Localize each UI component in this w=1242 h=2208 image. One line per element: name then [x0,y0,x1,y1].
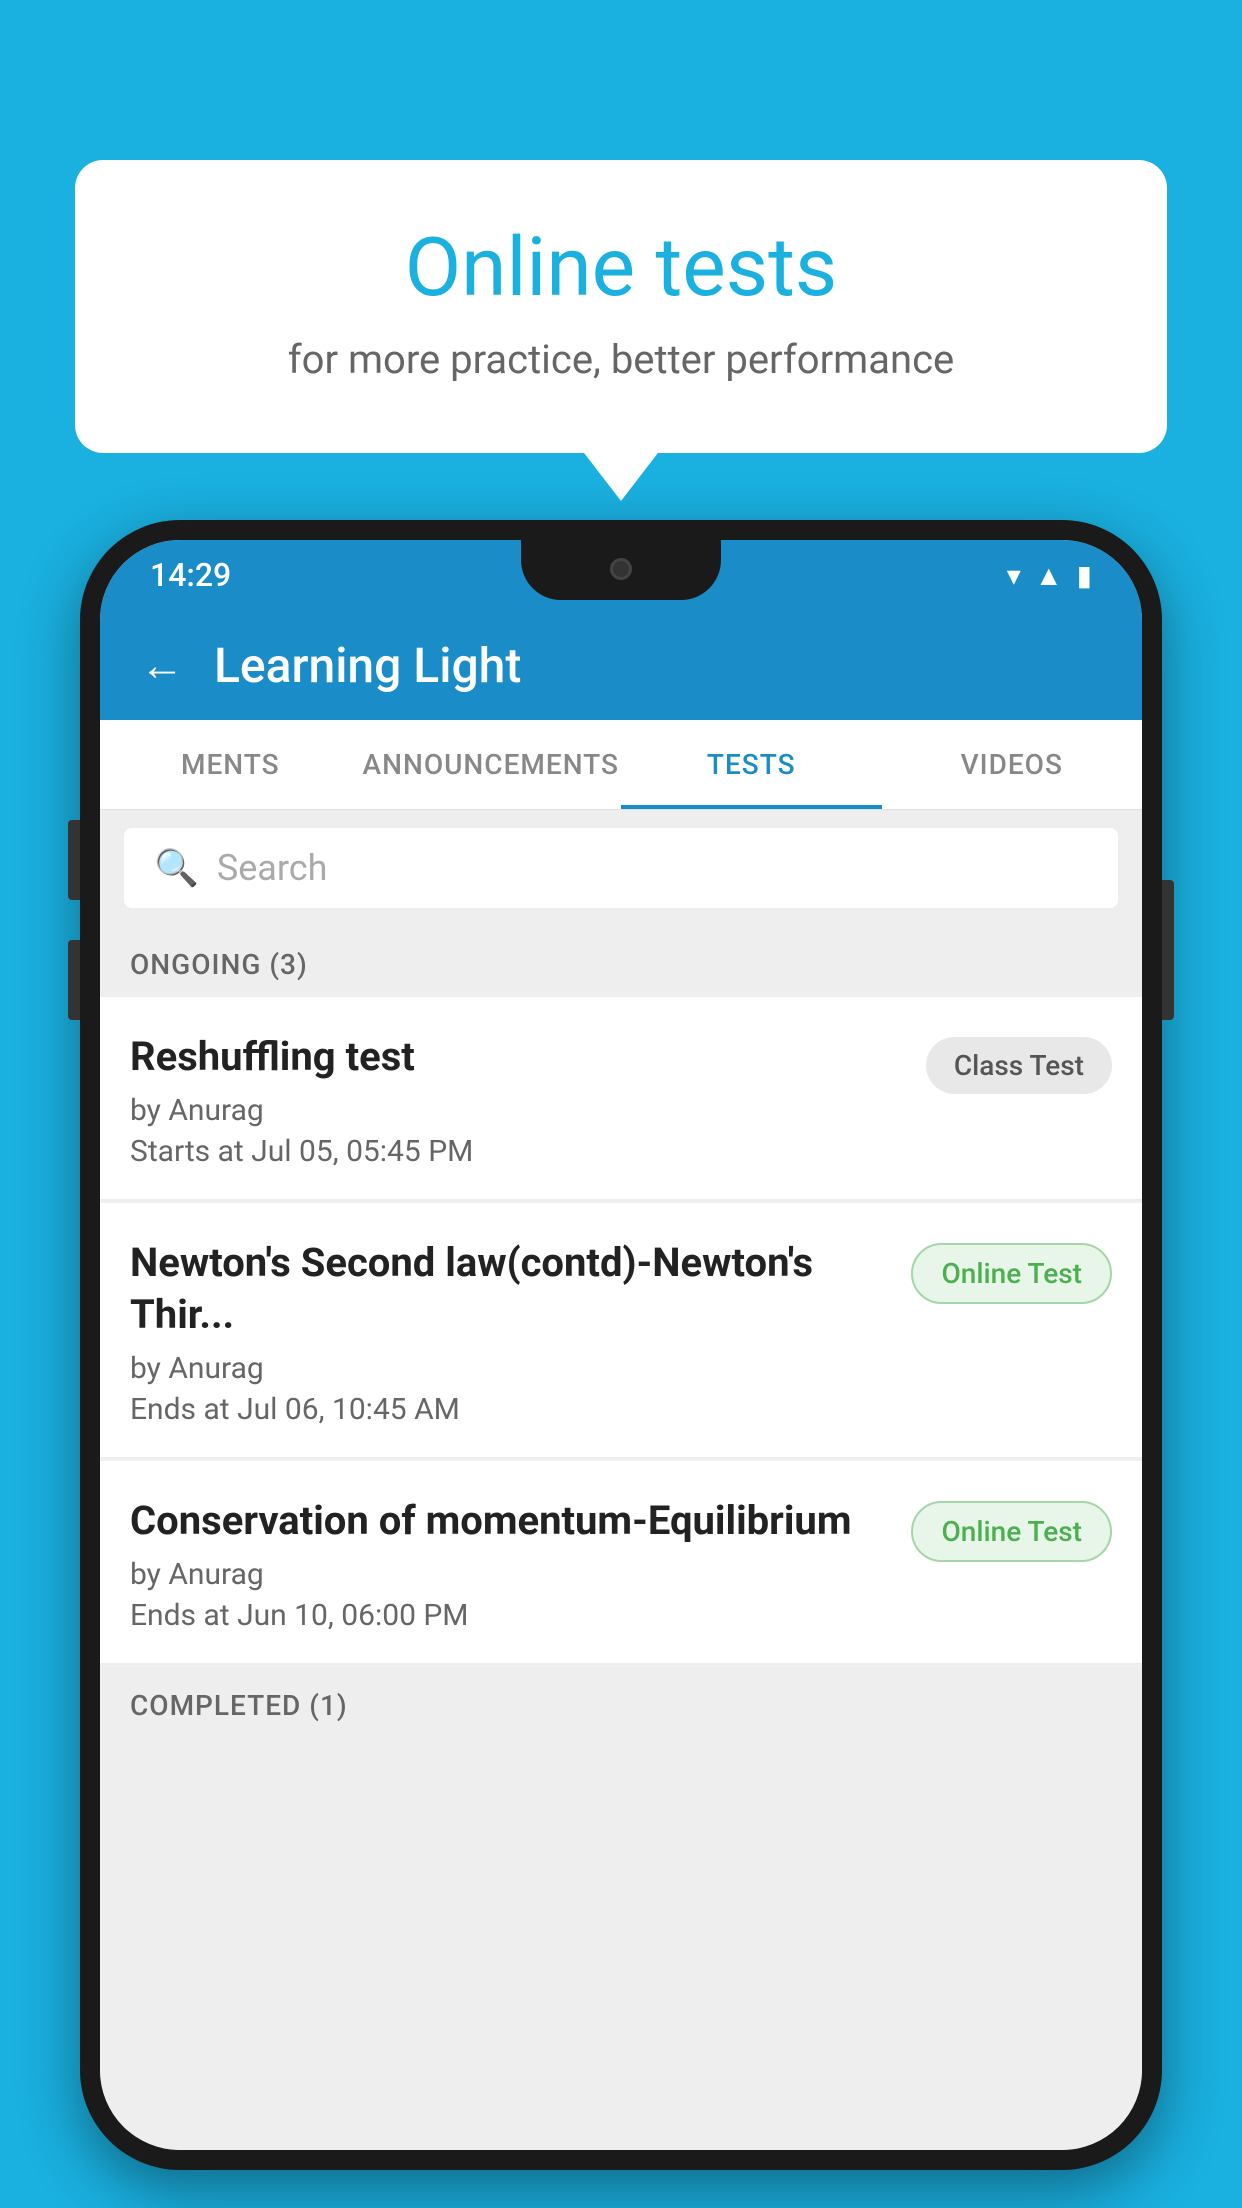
test-card-conservation[interactable]: Conservation of momentum-Equilibrium by … [100,1461,1142,1663]
tab-ments[interactable]: MENTS [100,720,361,809]
test-card-newton[interactable]: Newton's Second law(contd)-Newton's Thir… [100,1203,1142,1457]
status-icons: ▾ ▲ ▮ [1007,559,1092,592]
promo-subtitle: for more practice, better performance [155,336,1087,383]
test-name-reshuffling: Reshuffling test [130,1031,906,1083]
volume-down-button [68,940,80,1020]
content-area: ONGOING (3) Reshuffling test by Anurag S… [100,926,1142,2150]
test-card-reshuffling[interactable]: Reshuffling test by Anurag Starts at Jul… [100,997,1142,1199]
ongoing-section-header: ONGOING (3) [100,926,1142,997]
test-info-conservation: Conservation of momentum-Equilibrium by … [130,1495,911,1633]
app-bar: ← Learning Light [100,610,1142,720]
test-time-newton: Ends at Jul 06, 10:45 AM [130,1392,891,1427]
status-time: 14:29 [150,556,231,594]
volume-up-button [68,820,80,900]
test-author-newton: by Anurag [130,1351,891,1386]
search-placeholder: Search [217,847,328,889]
search-bar[interactable]: 🔍 Search [124,828,1118,908]
wifi-icon: ▾ [1007,559,1021,592]
tab-videos[interactable]: VIDEOS [882,720,1143,809]
power-button [1162,880,1174,1020]
front-camera [610,558,632,580]
tab-tests[interactable]: TESTS [621,720,882,809]
phone-frame: 14:29 ▾ ▲ ▮ ← Learning Light MENTS ANNOU… [80,520,1162,2170]
test-author-reshuffling: by Anurag [130,1093,906,1128]
promo-title: Online tests [155,220,1087,316]
app-title: Learning Light [214,637,521,694]
phone-screen: 14:29 ▾ ▲ ▮ ← Learning Light MENTS ANNOU… [100,540,1142,2150]
test-info-newton: Newton's Second law(contd)-Newton's Thir… [130,1237,911,1427]
promo-card: Online tests for more practice, better p… [75,160,1167,453]
phone-notch [521,540,721,600]
battery-icon: ▮ [1077,559,1092,592]
badge-class-test: Class Test [926,1037,1112,1094]
test-time-reshuffling: Starts at Jul 05, 05:45 PM [130,1134,906,1169]
test-time-conservation: Ends at Jun 10, 06:00 PM [130,1598,891,1633]
test-name-newton: Newton's Second law(contd)-Newton's Thir… [130,1237,891,1341]
badge-online-test-2: Online Test [911,1501,1112,1562]
search-icon: 🔍 [154,847,199,889]
search-container: 🔍 Search [100,810,1142,926]
badge-online-test-1: Online Test [911,1243,1112,1304]
test-author-conservation: by Anurag [130,1557,891,1592]
tabs-bar: MENTS ANNOUNCEMENTS TESTS VIDEOS [100,720,1142,810]
test-info-reshuffling: Reshuffling test by Anurag Starts at Jul… [130,1031,926,1169]
tab-announcements[interactable]: ANNOUNCEMENTS [361,720,622,809]
test-name-conservation: Conservation of momentum-Equilibrium [130,1495,891,1547]
completed-section-header: COMPLETED (1) [100,1667,1142,1738]
signal-icon: ▲ [1035,559,1063,592]
back-button[interactable]: ← [140,639,184,691]
